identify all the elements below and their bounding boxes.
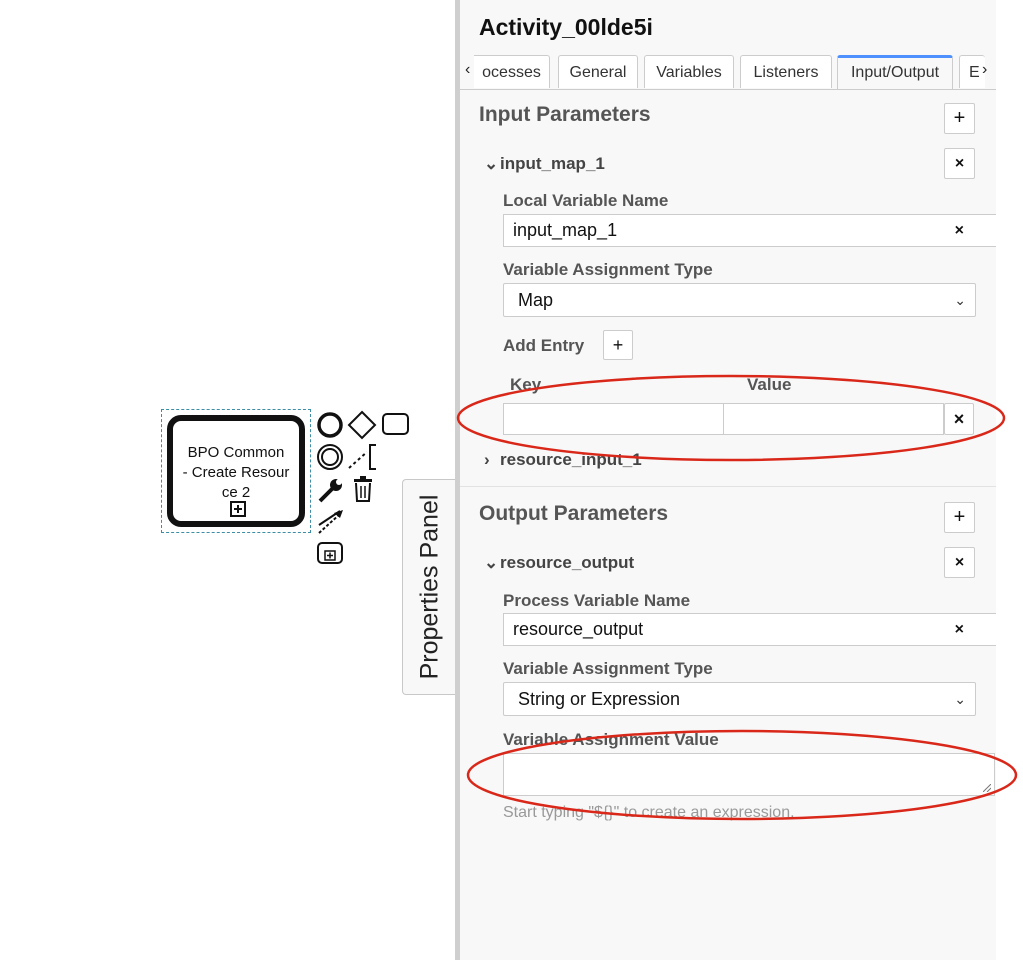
process-variable-name-input[interactable]: resource_output × — [503, 613, 996, 646]
local-variable-name-input[interactable]: input_map_1 × — [503, 214, 996, 247]
expression-hint: Start typing "${}" to create an expressi… — [503, 804, 795, 821]
gateway-icon[interactable] — [347, 410, 377, 440]
input-parameters-title: Input Parameters — [479, 103, 651, 126]
output-parameter-name: resource_output — [500, 553, 635, 572]
task-label: BPO Common - Create Resour ce 2 — [182, 444, 290, 501]
collapsed-input-parameter-name: resource_input_1 — [500, 450, 642, 469]
chevron-right-icon: › — [484, 450, 490, 469]
clear-local-variable-button[interactable]: × — [955, 215, 964, 246]
clear-process-variable-button[interactable]: × — [955, 614, 964, 645]
properties-panel-toggle-label: Properties Panel — [415, 494, 443, 680]
tab-input-output[interactable]: Input/Output — [837, 55, 953, 89]
right-margin — [996, 0, 1023, 960]
collapsed-subprocess-icon — [230, 501, 246, 517]
connect-arrow-icon[interactable] — [316, 507, 346, 537]
chevron-left-icon[interactable]: ‹ — [465, 61, 470, 79]
tab-label: General — [569, 64, 627, 81]
tab-label: Listeners — [753, 64, 819, 81]
output-parameters-title: Output Parameters — [479, 502, 669, 525]
input-parameter-name: input_map_1 — [500, 154, 605, 173]
input-parameter-header[interactable]: ⌄ input_map_1 — [484, 154, 605, 174]
remove-input-parameter-button[interactable]: × — [944, 148, 975, 179]
task-icon[interactable] — [381, 411, 411, 437]
trash-icon[interactable] — [350, 475, 376, 503]
properties-panel-toggle[interactable]: Properties Panel — [402, 479, 456, 695]
intermediate-event-icon[interactable] — [316, 443, 344, 471]
assignment-value-label: Variable Assignment Value — [503, 730, 719, 749]
entry-key-input[interactable] — [503, 403, 724, 435]
chevron-down-icon: ⌄ — [954, 691, 966, 707]
chevron-right-icon[interactable]: › — [982, 61, 987, 79]
input-assignment-type-select[interactable]: Map ⌄ — [503, 283, 976, 317]
tab-general[interactable]: General — [558, 55, 638, 88]
tab-variables[interactable]: Variables — [644, 55, 734, 88]
properties-panel: Activity_00lde5i ‹ ocesses General Varia… — [460, 0, 996, 960]
local-variable-name-label: Local Variable Name — [503, 191, 669, 210]
text-annotation-icon[interactable] — [347, 442, 379, 472]
chevron-down-icon: ⌄ — [954, 292, 966, 308]
section-divider — [460, 486, 996, 487]
output-parameter-header[interactable]: ⌄ resource_output — [484, 553, 634, 573]
resize-grip-icon[interactable] — [983, 784, 991, 792]
append-subprocess-icon[interactable] — [316, 541, 346, 567]
add-output-parameter-button[interactable]: + — [944, 502, 975, 533]
process-variable-name-label: Process Variable Name — [503, 591, 691, 610]
panel-title: Activity_00lde5i — [479, 14, 653, 40]
wrench-icon[interactable] — [316, 475, 346, 505]
local-variable-name-value: input_map_1 — [513, 220, 618, 240]
tab-bar: ‹ ocesses General Variables Listeners In… — [460, 55, 996, 90]
tab-label: Input/Output — [850, 64, 940, 81]
start-event-icon[interactable] — [316, 411, 344, 439]
remove-output-parameter-button[interactable]: × — [944, 547, 975, 578]
add-entry-label: Add Entry — [503, 336, 585, 355]
tab-processes[interactable]: ocesses — [474, 55, 550, 88]
add-input-parameter-button[interactable]: + — [944, 103, 975, 134]
output-assignment-type-label: Variable Assignment Type — [503, 659, 713, 678]
entry-value-input[interactable] — [723, 403, 944, 435]
tab-label: ocesses — [482, 64, 541, 81]
tab-label: E — [969, 64, 980, 81]
key-column-header: Key — [510, 375, 542, 394]
process-variable-name-value: resource_output — [513, 619, 644, 639]
diagram-canvas[interactable]: BPO Common - Create Resour ce 2 — [0, 0, 455, 960]
add-entry-button[interactable]: + — [603, 330, 633, 360]
tab-listeners[interactable]: Listeners — [740, 55, 832, 88]
subprocess-task[interactable]: BPO Common - Create Resour ce 2 — [167, 415, 305, 527]
collapsed-input-parameter-header[interactable]: › resource_input_1 — [484, 450, 642, 470]
chevron-down-icon: ⌄ — [484, 553, 499, 572]
output-assignment-type-select[interactable]: String or Expression ⌄ — [503, 682, 976, 716]
chevron-down-icon: ⌄ — [484, 154, 499, 173]
input-assignment-type-label: Variable Assignment Type — [503, 260, 713, 279]
input-assignment-type-value: Map — [518, 290, 554, 310]
value-column-header: Value — [747, 375, 792, 394]
output-assignment-type-value: String or Expression — [518, 689, 681, 709]
assignment-value-textarea[interactable] — [503, 753, 995, 796]
remove-entry-button[interactable]: × — [944, 403, 974, 435]
tab-label: Variables — [656, 64, 722, 81]
